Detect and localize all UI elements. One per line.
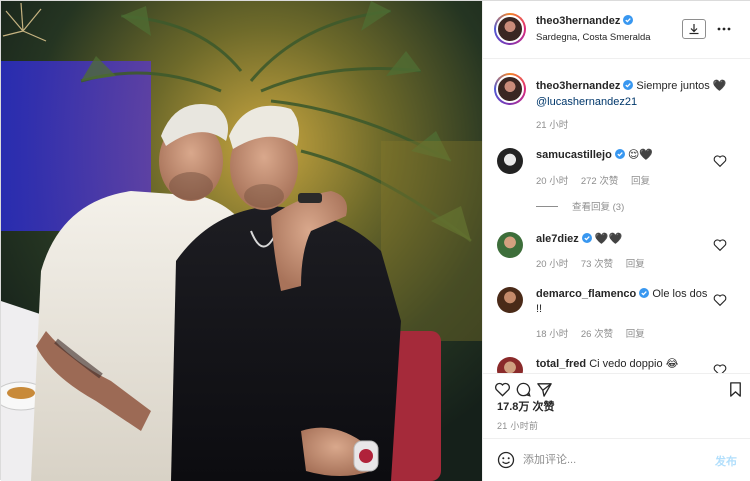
comment-avatar[interactable] <box>497 232 523 258</box>
caption: theo3hernandez Siempre juntos 🖤 @lucashe… <box>536 78 741 110</box>
post-location[interactable]: Sardegna, Costa Smeralda <box>536 32 651 43</box>
more-options-icon[interactable] <box>716 21 732 37</box>
comment-meta: 20 小时 73 次赞 回复 <box>536 256 655 270</box>
post-header: theo3hernandez Sardegna, Costa Smeralda <box>483 1 750 59</box>
comment-text: 🖤🖤 <box>594 233 623 245</box>
comment-likes[interactable]: 272 次赞 <box>581 176 619 187</box>
comment-text: Ci vedo doppio 😂 <box>589 358 679 370</box>
verified-badge-icon <box>623 15 634 25</box>
post-photo[interactable] <box>1 1 482 481</box>
comment-meta: 20 小时 272 次赞 回复 <box>536 173 660 187</box>
comment-time: 18 小时 <box>536 329 569 340</box>
verified-badge-icon <box>623 80 634 90</box>
author-username[interactable]: theo3hernandez <box>536 15 620 27</box>
view-replies-button[interactable]: 查看回复 (3) <box>536 199 624 213</box>
share-icon[interactable] <box>536 381 553 398</box>
caption-timestamp: 21 小时 <box>536 120 569 131</box>
comment-username[interactable]: demarco_flamenco <box>536 288 636 300</box>
author-avatar[interactable] <box>494 13 526 45</box>
comment-avatar[interactable] <box>497 287 523 313</box>
verified-badge-icon <box>614 149 625 159</box>
comment-likes[interactable]: 73 次赞 <box>581 259 613 270</box>
download-icon <box>689 24 699 35</box>
reply-button[interactable]: 回复 <box>631 176 650 187</box>
comment-like-heart-icon[interactable] <box>713 293 727 307</box>
post-comment-button[interactable]: 发布 <box>715 453 737 469</box>
comment: demarco_flamenco Ole los dos !! <box>536 287 711 317</box>
comment-username[interactable]: ale7diez <box>536 233 579 245</box>
comment-meta: 18 小时 26 次赞 回复 <box>536 326 655 340</box>
caption-mention-link[interactable]: @lucashernandez21 <box>536 96 637 108</box>
reply-button[interactable]: 回复 <box>626 329 645 340</box>
comment-time: 20 小时 <box>536 259 569 270</box>
post-side-panel: theo3hernandez Sardegna, Costa Smeralda … <box>482 1 750 481</box>
comment: ale7diez 🖤🖤 <box>536 232 711 247</box>
comment-like-heart-icon[interactable] <box>713 238 727 252</box>
post-timestamp[interactable]: 21 小时前 <box>497 419 538 432</box>
comment-icon[interactable] <box>515 381 532 398</box>
view-replies-label[interactable]: 查看回复 (3) <box>572 202 624 213</box>
comment-username[interactable]: samucastillejo <box>536 149 612 161</box>
heart-icon[interactable] <box>494 381 511 398</box>
post-photo-illustration <box>1 1 482 481</box>
verified-badge-icon <box>639 288 650 298</box>
comment-time: 20 小时 <box>536 176 569 187</box>
add-comment-bar: 发布 <box>483 438 750 481</box>
instagram-post-modal: theo3hernandez Sardegna, Costa Smeralda … <box>0 0 750 481</box>
bookmark-icon[interactable] <box>727 381 744 398</box>
comment-avatar[interactable] <box>497 357 523 373</box>
comments-list[interactable]: theo3hernandez Siempre juntos 🖤 @lucashe… <box>483 59 750 373</box>
comment-username[interactable]: total_fred <box>536 358 586 370</box>
comment-likes[interactable]: 26 次赞 <box>581 329 613 340</box>
comment-text: 😌🖤 <box>627 149 654 161</box>
likes-count[interactable]: 17.8万 次赞 <box>497 398 554 414</box>
caption-author-avatar[interactable] <box>494 73 526 105</box>
reply-button[interactable]: 回复 <box>626 259 645 270</box>
download-button[interactable] <box>682 19 706 39</box>
comment-like-heart-icon[interactable] <box>713 363 727 373</box>
comment-like-heart-icon[interactable] <box>713 154 727 168</box>
comment-avatar[interactable] <box>497 148 523 174</box>
comment-input[interactable] <box>523 450 703 470</box>
verified-badge-icon <box>581 233 592 243</box>
emoji-icon[interactable] <box>497 451 515 469</box>
caption-username[interactable]: theo3hernandez <box>536 80 620 92</box>
view-replies-line <box>536 206 558 207</box>
author-username-link[interactable]: theo3hernandez <box>536 15 634 27</box>
comment: samucastillejo 😌🖤 <box>536 148 711 163</box>
caption-text: Siempre juntos 🖤 <box>636 80 727 92</box>
comment: total_fred Ci vedo doppio 😂 <box>536 357 711 372</box>
